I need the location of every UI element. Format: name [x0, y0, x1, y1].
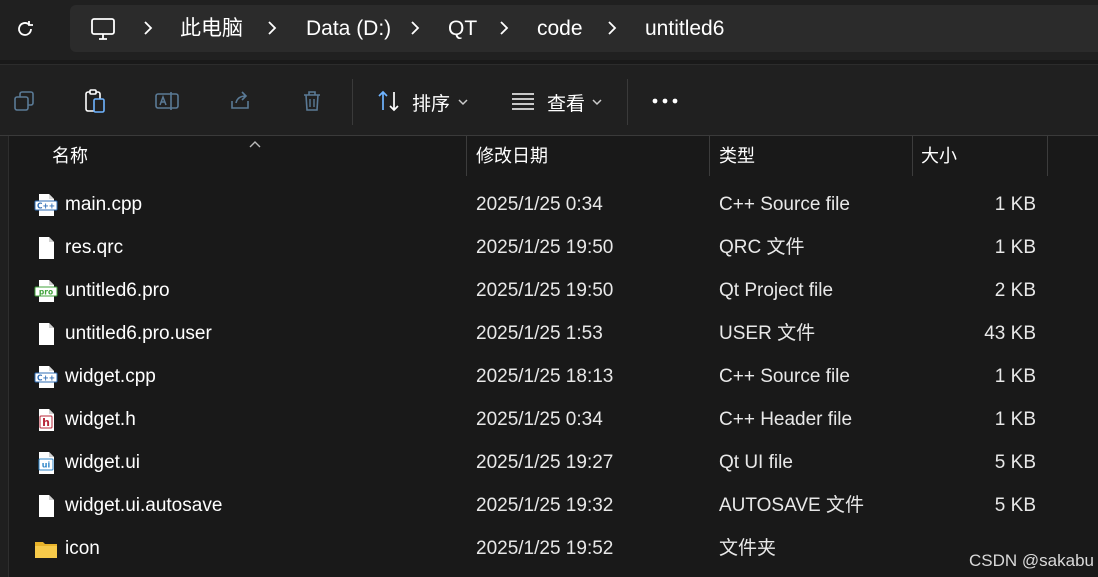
file-name[interactable]: widget.ui	[65, 441, 140, 484]
view-icon[interactable]	[509, 87, 537, 115]
chevron-down-icon[interactable]	[591, 95, 603, 107]
file-type: C++ Source file	[719, 366, 850, 387]
file-name[interactable]: untitled6.pro.user	[65, 312, 212, 355]
file-row[interactable]: h widget.h 2025/1/25 0:34 C++ Header fil…	[0, 398, 1098, 441]
this-pc-icon[interactable]	[90, 17, 116, 41]
file-row[interactable]: C++ widget.cpp 2025/1/25 18:13 C++ Sourc…	[0, 355, 1098, 398]
file-row[interactable]: C++ main.cpp 2025/1/25 0:34 C++ Source f…	[0, 183, 1098, 226]
chevron-right-icon[interactable]	[405, 18, 425, 38]
svg-text:C++: C++	[37, 374, 55, 383]
file-size: 5 KB	[994, 495, 1036, 516]
chevron-right-icon[interactable]	[602, 18, 622, 38]
column-divider[interactable]	[912, 136, 913, 176]
column-divider[interactable]	[466, 136, 467, 176]
address-bar[interactable]: 此电脑 Data (D:) QT code untitled6	[70, 5, 1098, 52]
file-row[interactable]: ui widget.ui 2025/1/25 19:27 Qt UI file …	[0, 441, 1098, 484]
chevron-right-icon[interactable]	[494, 18, 514, 38]
chevron-right-icon[interactable]	[138, 18, 158, 38]
file-row[interactable]: untitled6.pro.user 2025/1/25 1:53 USER 文…	[0, 312, 1098, 355]
file-date: 2025/1/25 19:27	[476, 452, 614, 473]
file-size: 1 KB	[994, 366, 1036, 387]
column-divider[interactable]	[709, 136, 710, 176]
view-button[interactable]: 查看	[547, 89, 585, 116]
file-size: 1 KB	[994, 409, 1036, 430]
address-bar-row: 此电脑 Data (D:) QT code untitled6	[0, 0, 1098, 60]
rename-icon[interactable]	[153, 87, 181, 115]
file-date: 2025/1/25 18:13	[476, 366, 614, 387]
command-bar: 排序 查看	[0, 64, 1098, 136]
breadcrumb-untitled6[interactable]: untitled6	[645, 5, 724, 52]
svg-text:pro: pro	[39, 288, 53, 297]
folder-icon	[34, 537, 58, 561]
sort-icon[interactable]	[375, 87, 403, 115]
file-name[interactable]: untitled6.pro	[65, 269, 170, 312]
toolbar-separator	[627, 79, 628, 125]
column-header-name[interactable]: 名称	[52, 136, 88, 176]
breadcrumb-this-pc[interactable]: 此电脑	[180, 5, 243, 52]
file-size: 1 KB	[994, 237, 1036, 258]
more-options-icon[interactable]	[651, 87, 679, 115]
folder-row[interactable]: icon 2025/1/25 19:52 文件夹	[0, 527, 1098, 570]
file-date: 2025/1/25 19:32	[476, 495, 614, 516]
file-row[interactable]: pro untitled6.pro 2025/1/25 19:50 Qt Pro…	[0, 269, 1098, 312]
svg-text:h: h	[42, 416, 50, 429]
folder-name[interactable]: icon	[65, 527, 100, 570]
toolbar-separator	[352, 79, 353, 125]
file-date: 2025/1/25 0:34	[476, 194, 603, 215]
column-header-row: 名称 修改日期 类型 大小	[0, 136, 1098, 176]
file-row[interactable]: res.qrc 2025/1/25 19:50 QRC 文件 1 KB	[0, 226, 1098, 269]
share-icon[interactable]	[226, 87, 254, 115]
svg-text:ui: ui	[42, 461, 51, 470]
file-name[interactable]: widget.cpp	[65, 355, 156, 398]
file-size: 5 KB	[994, 452, 1036, 473]
ui-file-icon: ui	[34, 451, 58, 475]
cpp-file-icon: C++	[34, 193, 58, 217]
svg-text:C++: C++	[37, 202, 55, 211]
file-type: C++ Header file	[719, 409, 853, 430]
file-name[interactable]: widget.ui.autosave	[65, 484, 222, 527]
breadcrumb-data-drive[interactable]: Data (D:)	[306, 5, 391, 52]
file-type: AUTOSAVE 文件	[719, 495, 864, 516]
paste-icon[interactable]	[81, 87, 109, 115]
header-file-icon: h	[34, 408, 58, 432]
generic-file-icon	[34, 494, 58, 518]
watermark: CSDN @sakabu	[969, 551, 1094, 570]
file-name[interactable]: widget.h	[65, 398, 136, 441]
sort-ascending-icon	[248, 136, 262, 148]
delete-icon[interactable]	[298, 87, 326, 115]
file-row[interactable]: widget.ui.autosave 2025/1/25 19:32 AUTOS…	[0, 484, 1098, 527]
breadcrumb-qt[interactable]: QT	[448, 5, 477, 52]
column-header-type[interactable]: 类型	[719, 136, 755, 176]
sort-button[interactable]: 排序	[412, 89, 450, 116]
file-date: 2025/1/25 19:50	[476, 280, 614, 301]
column-header-size[interactable]: 大小	[921, 136, 957, 176]
file-type: Qt Project file	[719, 280, 834, 301]
file-size: 2 KB	[994, 280, 1036, 301]
file-type: QRC 文件	[719, 237, 805, 258]
file-type: 文件夹	[719, 538, 777, 559]
file-date: 2025/1/25 19:52	[476, 538, 614, 559]
file-type: USER 文件	[719, 323, 816, 344]
file-date: 2025/1/25 19:50	[476, 237, 614, 258]
file-size: 1 KB	[994, 194, 1036, 215]
file-type: Qt UI file	[719, 452, 793, 473]
column-header-date[interactable]: 修改日期	[476, 136, 548, 176]
file-name[interactable]: main.cpp	[65, 183, 142, 226]
column-divider[interactable]	[1047, 136, 1048, 176]
chevron-down-icon[interactable]	[457, 95, 469, 107]
file-size: 43 KB	[984, 323, 1036, 344]
generic-file-icon	[34, 236, 58, 260]
cpp-file-icon: C++	[34, 365, 58, 389]
pro-file-icon: pro	[34, 279, 58, 303]
file-date: 2025/1/25 1:53	[476, 323, 603, 344]
generic-file-icon	[34, 322, 58, 346]
file-date: 2025/1/25 0:34	[476, 409, 603, 430]
copy-icon[interactable]	[10, 87, 38, 115]
file-type: C++ Source file	[719, 194, 850, 215]
breadcrumb-code[interactable]: code	[537, 5, 583, 52]
refresh-icon[interactable]	[10, 14, 40, 44]
file-name[interactable]: res.qrc	[65, 226, 123, 269]
chevron-right-icon[interactable]	[262, 18, 282, 38]
